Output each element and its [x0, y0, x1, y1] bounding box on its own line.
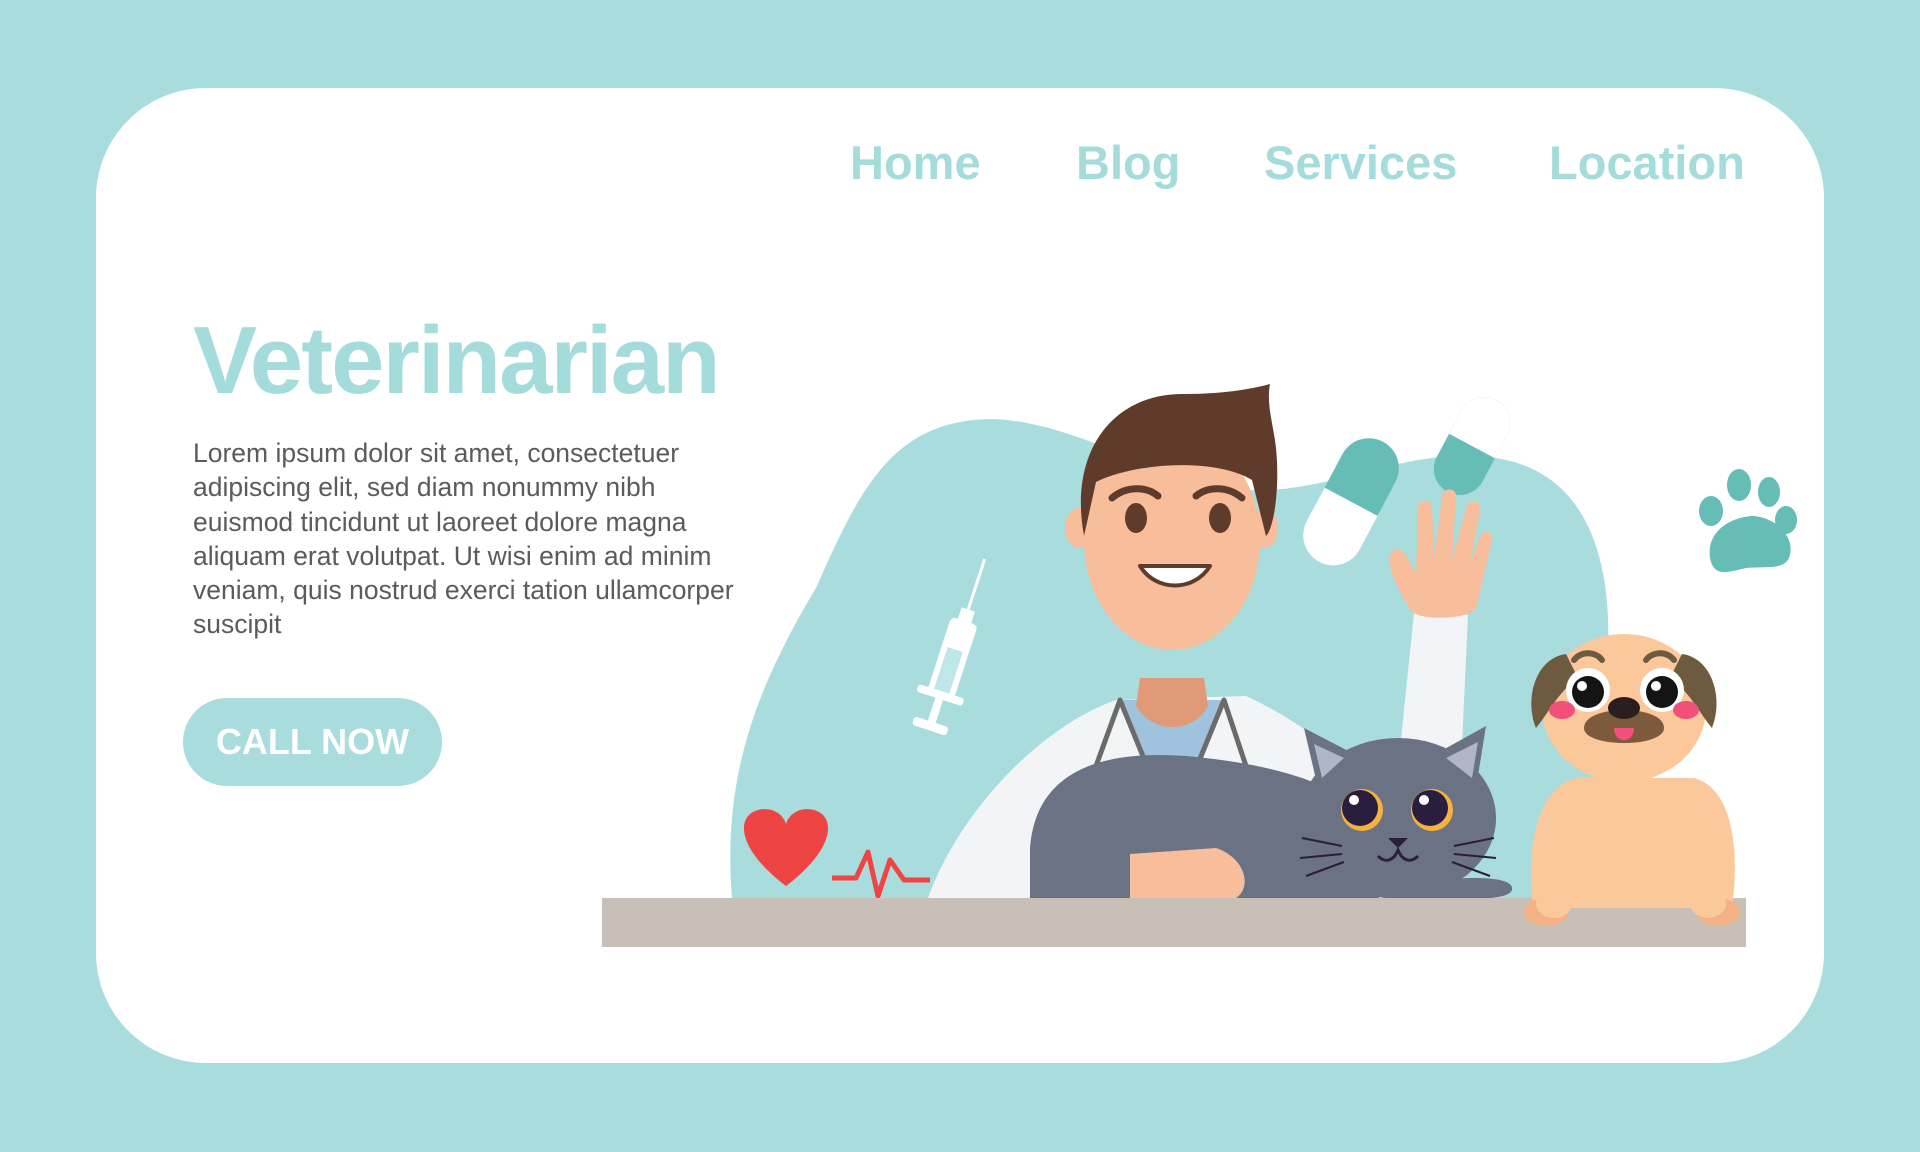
veterinarian-illustration — [602, 384, 1797, 947]
paw-print-icon — [1699, 469, 1797, 573]
landing-card: Home Blog Services Location Veterinarian… — [96, 88, 1824, 1063]
veterinarian-hand — [1130, 848, 1245, 898]
